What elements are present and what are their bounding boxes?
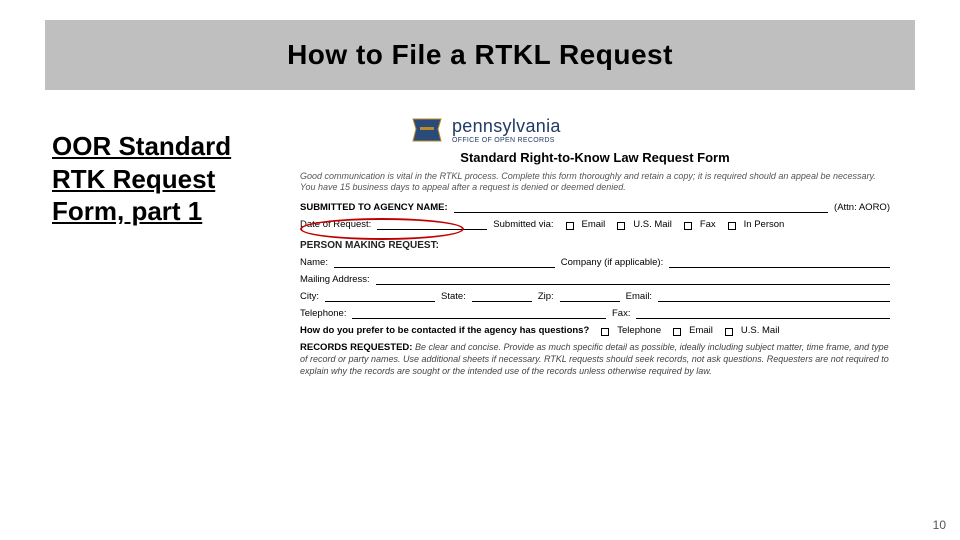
opt-pref-email: Email xyxy=(689,325,713,336)
checkbox-icon xyxy=(673,328,681,336)
blank-line xyxy=(325,292,435,302)
blank-line xyxy=(352,309,606,319)
keystone-icon xyxy=(410,117,444,143)
form-logo-row: pennsylvania OFFICE OF OPEN RECORDS xyxy=(410,116,890,144)
slide-caption: OOR Standard RTK Request Form, part 1 xyxy=(52,130,262,228)
opt-person: In Person xyxy=(744,219,785,230)
heading-person: PERSON MAKING REQUEST: xyxy=(300,240,890,251)
caption-line-3: Form, part 1 xyxy=(52,196,202,226)
checkbox-icon xyxy=(566,222,574,230)
page-number: 10 xyxy=(933,518,946,532)
slide-title: How to File a RTKL Request xyxy=(287,39,673,71)
label-submitted-via: Submitted via: xyxy=(493,219,553,230)
label-company: Company (if applicable): xyxy=(561,257,663,268)
row-name-company: Name: Company (if applicable): xyxy=(300,257,890,268)
blank-line xyxy=(658,292,890,302)
blank-line xyxy=(472,292,532,302)
form-screenshot: pennsylvania OFFICE OF OPEN RECORDS Stan… xyxy=(300,110,890,377)
title-band: How to File a RTKL Request xyxy=(45,20,915,90)
label-state: State: xyxy=(441,291,466,302)
label-city: City: xyxy=(300,291,319,302)
row-date-via: Date of Request: Submitted via: Email U.… xyxy=(300,219,890,230)
opt-fax: Fax xyxy=(700,219,716,230)
label-name: Name: xyxy=(300,257,328,268)
checkbox-icon xyxy=(728,222,736,230)
form-intro: Good communication is vital in the RTKL … xyxy=(300,171,890,194)
checkbox-icon xyxy=(725,328,733,336)
row-mailing: Mailing Address: xyxy=(300,274,890,285)
brand-text: pennsylvania OFFICE OF OPEN RECORDS xyxy=(452,116,561,144)
form-title: Standard Right-to-Know Law Request Form xyxy=(300,150,890,165)
label-submitted-to: SUBMITTED TO AGENCY NAME: xyxy=(300,202,448,213)
row-city-state-zip-email: City: State: Zip: Email: xyxy=(300,291,890,302)
opt-mail: U.S. Mail xyxy=(633,219,672,230)
records-block: RECORDS REQUESTED: Be clear and concise.… xyxy=(300,342,890,378)
attn-label: (Attn: AORO) xyxy=(834,202,890,213)
label-fax: Fax: xyxy=(612,308,630,319)
label-zip: Zip: xyxy=(538,291,554,302)
records-heading: RECORDS REQUESTED: xyxy=(300,342,412,353)
caption-line-2: RTK Request xyxy=(52,164,215,194)
blank-line xyxy=(454,203,828,213)
label-email: Email: xyxy=(626,291,652,302)
checkbox-icon xyxy=(684,222,692,230)
blank-line xyxy=(377,220,487,230)
blank-line xyxy=(636,309,890,319)
opt-pref-tel: Telephone xyxy=(617,325,661,336)
label-date: Date of Request: xyxy=(300,219,371,230)
checkbox-icon xyxy=(601,328,609,336)
label-contact-pref: How do you prefer to be contacted if the… xyxy=(300,325,589,336)
checkbox-icon xyxy=(617,222,625,230)
row-submitted-to: SUBMITTED TO AGENCY NAME: (Attn: AORO) xyxy=(300,202,890,213)
label-telephone: Telephone: xyxy=(300,308,346,319)
opt-email: Email xyxy=(582,219,606,230)
opt-pref-mail: U.S. Mail xyxy=(741,325,780,336)
label-mailing: Mailing Address: xyxy=(300,274,370,285)
caption-line-1: OOR Standard xyxy=(52,131,231,161)
blank-line xyxy=(376,275,890,285)
row-contact-pref: How do you prefer to be contacted if the… xyxy=(300,325,890,336)
row-tel-fax: Telephone: Fax: xyxy=(300,308,890,319)
blank-line xyxy=(560,292,620,302)
blank-line xyxy=(669,258,890,268)
blank-line xyxy=(334,258,555,268)
brand-name: pennsylvania xyxy=(452,116,561,137)
brand-subtitle: OFFICE OF OPEN RECORDS xyxy=(452,137,561,144)
